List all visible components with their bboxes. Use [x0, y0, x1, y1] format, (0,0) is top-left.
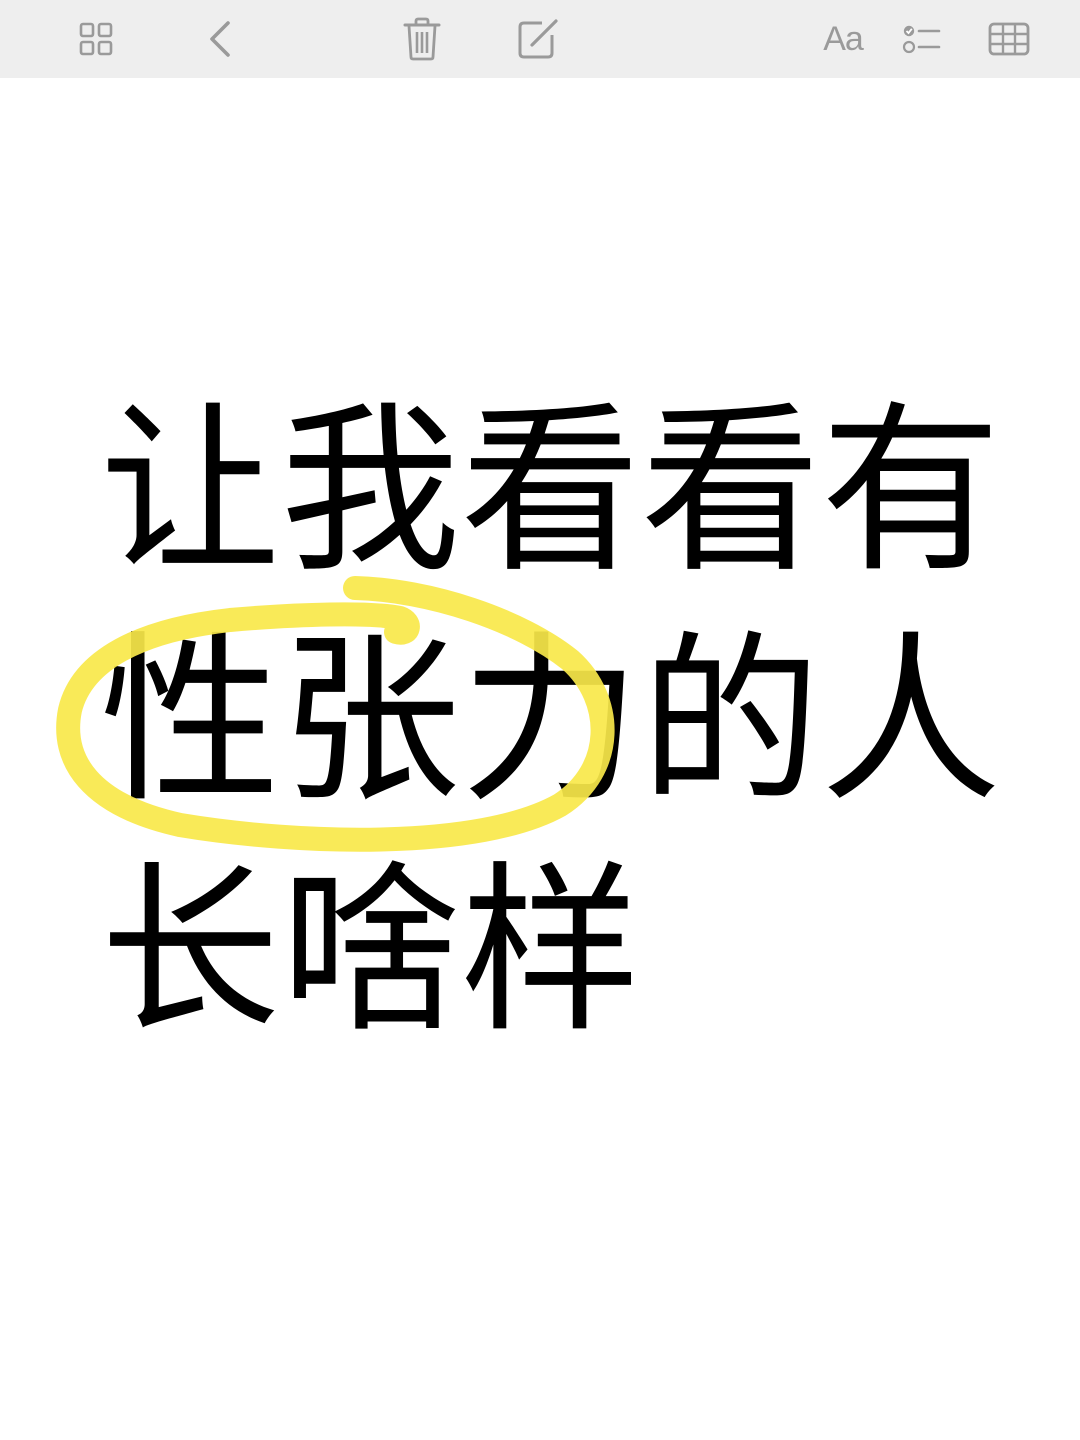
compose-button[interactable]: [510, 0, 566, 78]
table-button[interactable]: [984, 0, 1034, 78]
text-format-icon: Aa: [823, 19, 864, 58]
grid-icon: [78, 21, 114, 57]
format-button[interactable]: Aa: [812, 0, 874, 78]
note-line-2: 性张力的人: [100, 615, 1001, 827]
checklist-button[interactable]: [898, 0, 946, 78]
note-line-3: 长啥样: [100, 845, 641, 1057]
note-line-1: 让我看看有: [100, 385, 1001, 597]
trash-icon: [403, 17, 441, 61]
note-editor[interactable]: 让我看看有 性张力的人 长啥样: [0, 78, 1080, 1440]
delete-button[interactable]: [396, 0, 448, 78]
table-icon: [988, 22, 1030, 56]
gallery-view-button[interactable]: [68, 0, 124, 78]
back-button[interactable]: [196, 0, 244, 78]
compose-icon: [516, 17, 560, 61]
toolbar: Aa: [0, 0, 1080, 78]
checklist-icon: [902, 23, 942, 55]
chevron-left-icon: [206, 19, 234, 59]
